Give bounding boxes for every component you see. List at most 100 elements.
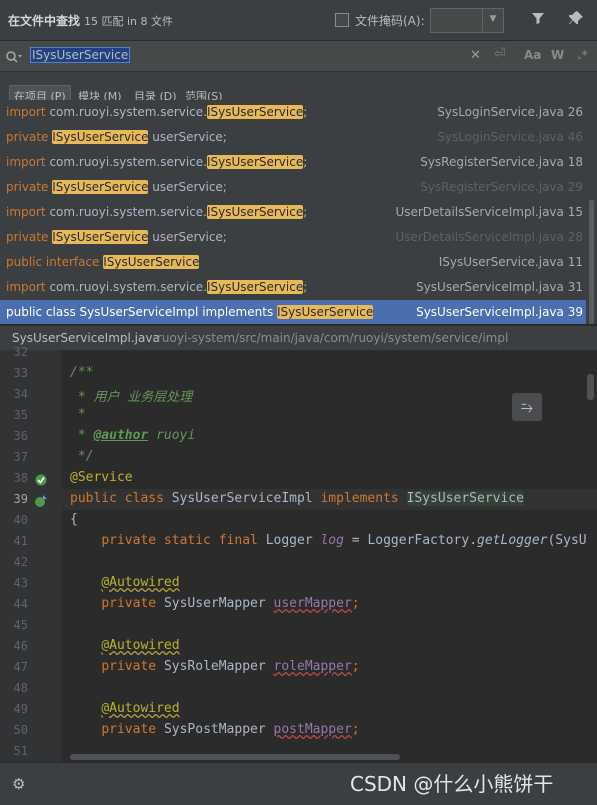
result-line-number: 39 (567, 305, 583, 319)
chevron-down-icon[interactable]: ▼ (482, 8, 503, 31)
soft-wrap-icon[interactable]: ⥲ (512, 393, 542, 421)
result-row[interactable]: private ISysUserService userService; User… (0, 225, 586, 250)
line-number: 48 (13, 681, 28, 695)
code-token: SysUserServiceImpl (171, 491, 321, 506)
pin-icon[interactable] (568, 10, 588, 30)
result-row[interactable]: public class SysUserServiceImpl implemen… (0, 300, 586, 324)
newline-icon[interactable]: ⏎ (494, 46, 506, 62)
result-file: SysRegisterService.java (420, 155, 564, 169)
search-icon[interactable] (5, 49, 23, 68)
code-line[interactable]: public class SysUserServiceImpl implemen… (70, 491, 524, 506)
result-location: SysRegisterService.java 18 (420, 150, 583, 175)
code-token: ISysUserService (406, 491, 524, 506)
regex-icon[interactable]: .* (577, 48, 588, 62)
code-token: @author (93, 428, 149, 443)
result-row[interactable]: import com.ruoyi.system.service.ISysUser… (0, 100, 586, 125)
result-row[interactable]: import com.ruoyi.system.service.ISysUser… (0, 275, 586, 300)
result-location: SysLoginService.java 26 (437, 100, 583, 125)
result-text: com.ruoyi.system.service. (49, 105, 208, 119)
editor-scrollbar-horizontal[interactable] (70, 754, 400, 760)
result-text: import (6, 205, 50, 219)
result-row[interactable]: public interface ISysUserService ISysUser… (0, 250, 586, 275)
code-line[interactable]: /** (70, 365, 93, 380)
implements-icon[interactable] (34, 493, 48, 512)
line-number: 43 (13, 576, 28, 590)
editor-scrollbar-vertical[interactable] (587, 374, 594, 400)
line-number: 47 (13, 660, 28, 674)
line-number: 46 (13, 639, 28, 653)
line-number: 39 (13, 492, 28, 506)
line-number: 45 (13, 618, 28, 632)
result-row[interactable]: private ISysUserService userService; SysL… (0, 125, 586, 150)
result-text: public interface (6, 255, 104, 269)
result-file: SysLoginService.java (437, 105, 564, 119)
file-mask-checkbox[interactable] (335, 13, 349, 27)
result-line-number: 31 (567, 280, 583, 294)
code-token: @Autowired (101, 701, 180, 716)
result-row[interactable]: import com.ruoyi.system.service.ISysUser… (0, 150, 586, 175)
code-token: private (101, 722, 164, 737)
result-line-number: 18 (567, 155, 583, 169)
result-row[interactable]: import com.ruoyi.system.service.ISysUser… (0, 200, 586, 225)
result-text: import (6, 155, 50, 169)
line-number: 42 (13, 555, 28, 569)
code-token: @Autowired (101, 575, 180, 590)
code-token: SysRoleMapper (163, 659, 274, 674)
gear-icon[interactable]: ⚙ (12, 775, 25, 793)
code-line[interactable]: @Autowired (70, 575, 180, 590)
code-line[interactable]: * @author ruoyi (70, 428, 195, 443)
code-token: postMapper (273, 722, 352, 737)
preview-file-path: ruoyi-system/src/main/java/com/ruoyi/sys… (157, 331, 509, 345)
clear-icon[interactable]: ✕ (470, 48, 482, 63)
line-number: 36 (13, 429, 28, 443)
code-line[interactable]: * 用户 业务层处理 (70, 386, 193, 405)
result-text: private (6, 180, 53, 194)
result-text: ; (303, 205, 308, 219)
code-token: (SysU (547, 533, 587, 548)
line-number: 41 (13, 534, 28, 548)
code-line[interactable]: @Autowired (70, 701, 180, 716)
results-scrollbar-thumb[interactable] (589, 200, 594, 324)
words-icon[interactable]: W (551, 48, 564, 62)
result-text: com.ruoyi.system.service. (49, 205, 208, 219)
result-text: private (6, 130, 53, 144)
result-line-number: 28 (567, 230, 583, 244)
code-token: private static final (101, 533, 266, 548)
code-line[interactable]: private static final Logger log = Logger… (70, 533, 587, 548)
result-snippet: private ISysUserService userService; (0, 180, 227, 194)
code-line[interactable]: { (70, 512, 78, 527)
line-number: 40 (13, 513, 28, 527)
result-row[interactable]: private ISysUserService userService; SysR… (0, 175, 586, 200)
match-highlight: ISysUserService (277, 305, 374, 319)
result-text: userService; (148, 130, 227, 144)
spring-bean-icon[interactable] (34, 472, 48, 491)
result-location: SysRegisterService.java 29 (420, 175, 583, 200)
result-file: UserDetailsServiceImpl.java (395, 230, 564, 244)
code-line[interactable]: @Service (70, 470, 133, 485)
code-line[interactable]: private SysPostMapper postMapper; (70, 722, 359, 737)
code-token: * (70, 428, 94, 443)
match-case-icon[interactable]: Aa (524, 48, 541, 62)
code-line[interactable]: * (70, 407, 86, 422)
code-token: Logger (265, 533, 321, 548)
result-snippet: public class SysUserServiceImpl implemen… (0, 305, 374, 319)
code-line[interactable]: private SysRoleMapper roleMapper; (70, 659, 359, 674)
code-token: log (320, 533, 344, 548)
code-line[interactable]: @Autowired (70, 638, 179, 653)
code-token: SysUserMapper (163, 596, 274, 611)
result-text: ; (303, 280, 308, 294)
line-number: 35 (13, 408, 28, 422)
code-line[interactable]: */ (70, 449, 94, 464)
result-line-number: 15 (567, 205, 583, 219)
code-token: @Service (70, 470, 133, 485)
result-text: SysUserServiceImpl implements (79, 305, 278, 319)
match-highlight: ISysUserService (52, 230, 149, 244)
line-number: 38 (13, 471, 28, 485)
filter-icon[interactable] (530, 10, 550, 30)
code-token: ruoyi (148, 428, 196, 443)
result-text: public class (6, 305, 80, 319)
code-line[interactable]: private SysUserMapper userMapper; (70, 596, 359, 611)
result-location: SysUserServiceImpl.java 39 (416, 300, 583, 324)
